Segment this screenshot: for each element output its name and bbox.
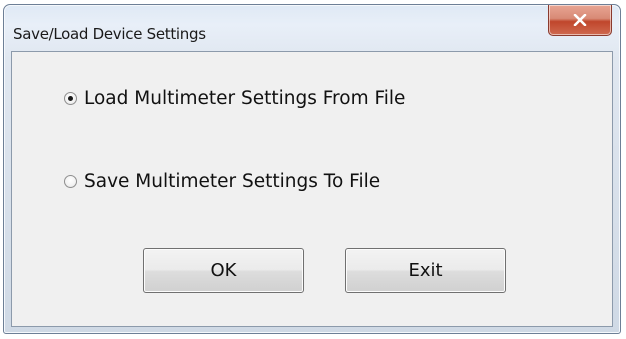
load-settings-label: Load Multimeter Settings From File [84, 88, 406, 109]
ok-button[interactable]: OK [143, 248, 304, 293]
close-button[interactable] [548, 5, 612, 36]
load-settings-option[interactable]: Load Multimeter Settings From File [64, 88, 405, 109]
save-settings-option[interactable]: Save Multimeter Settings To File [64, 171, 380, 192]
load-settings-radio[interactable] [64, 92, 77, 105]
exit-button[interactable]: Exit [345, 248, 506, 293]
dialog-window: Save/Load Device Settings Load Multimete… [3, 4, 621, 334]
dialog-content: Load Multimeter Settings From File Save … [11, 51, 613, 327]
title-bar[interactable]: Save/Load Device Settings [4, 5, 620, 51]
save-settings-radio[interactable] [64, 175, 77, 188]
window-title: Save/Load Device Settings [13, 25, 206, 43]
close-x-icon [573, 14, 587, 26]
save-settings-label: Save Multimeter Settings To File [84, 171, 381, 192]
